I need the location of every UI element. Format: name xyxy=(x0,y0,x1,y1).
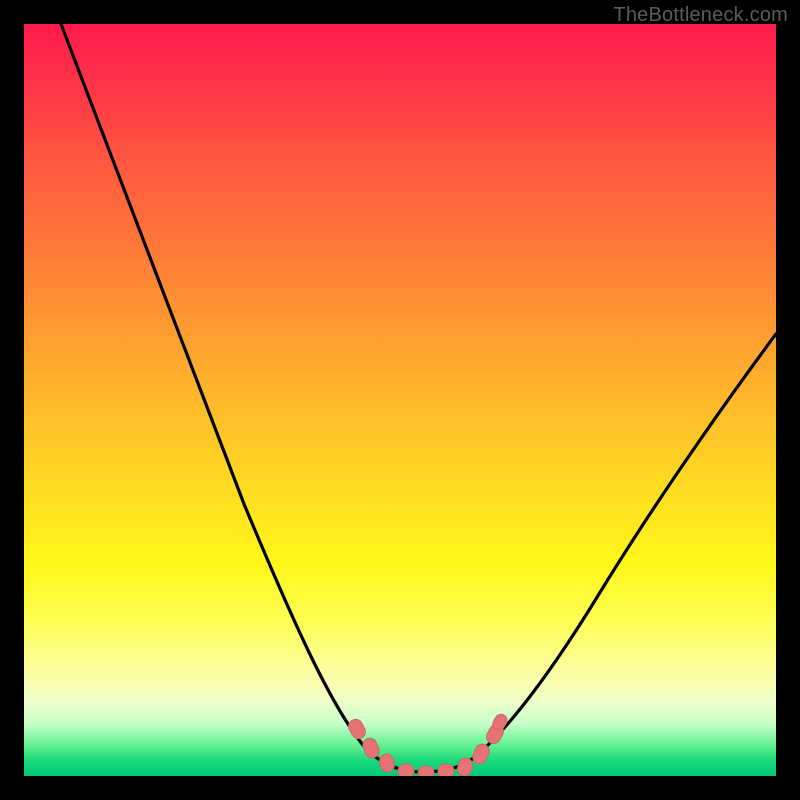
plot-area xyxy=(24,24,776,776)
bottleneck-curve xyxy=(61,24,776,772)
chart-svg xyxy=(24,24,776,776)
optimal-markers xyxy=(346,712,509,776)
chart-frame: TheBottleneck.com xyxy=(0,0,800,800)
